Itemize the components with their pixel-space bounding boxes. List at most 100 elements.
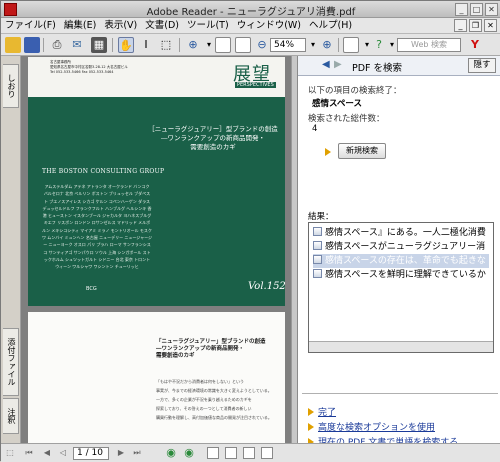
tab-attachments[interactable]: 添付ファイル [3, 328, 19, 396]
arrow-icon [308, 423, 314, 431]
result-item-selected[interactable]: 感情スペースの存在は、革命でも起きな [313, 254, 489, 268]
close-button[interactable]: ✕ [485, 3, 498, 16]
search-panel-header: ◀ ▶ PDF を検索 隠す [298, 56, 500, 76]
maximize-button[interactable]: □ [470, 3, 483, 16]
last-page-icon[interactable]: ⏭ [131, 447, 143, 459]
results-hscroll[interactable] [309, 341, 493, 352]
menu-document[interactable]: 文書(D) [141, 18, 183, 34]
first-page-icon[interactable]: ⏮ [23, 447, 35, 459]
zoom-in-tool-icon[interactable]: ⊕ [185, 37, 201, 53]
facing-icon[interactable] [243, 447, 255, 459]
yahoo-icon[interactable]: Y [467, 37, 483, 53]
result-count-label: 検索された総件数： [308, 114, 385, 124]
article-body: 「もはや不況だから消費者は何をしない」という 事実が、今までの経済環境の常識を大… [156, 377, 278, 422]
zoom-field[interactable]: 54% [270, 38, 306, 52]
forward-arrow-icon[interactable]: ▶ [334, 59, 342, 70]
hide-button[interactable]: 隠す [468, 58, 496, 73]
results-list[interactable]: 感情スペース』にある。一人二極化消費 感情スペースがニューラグジュアリー消 感情… [308, 222, 494, 353]
result-text: 感情スペースの存在は、革命でも起きな [325, 256, 486, 266]
toolbar-separator [179, 38, 180, 52]
office-list: アムステルダム アテネ アトランタ オークランド バンコク バルセロナ 北京 ベ… [42, 184, 152, 270]
app-window: Adobe Reader - ニューラグジュアリ消費.pdf _ □ ✕ ファイ… [0, 0, 500, 462]
email-icon[interactable]: ✉ [69, 37, 85, 53]
back-arrow-icon[interactable]: ◀ [322, 59, 330, 70]
menu-bar: ファイル(F) 編集(E) 表示(V) 文書(D) ツール(T) ウィンドウ(W) ヘルプ(… [1, 18, 500, 34]
arrow-icon [308, 408, 314, 416]
bcg-short: BCG [86, 286, 97, 292]
pdf-page-2: 「ニューラグジュアリー」型ブランドの創造 ―ワンランクアップの新商品開発・ 需要… [28, 312, 285, 443]
single-page-icon[interactable] [207, 447, 219, 459]
doc-close-button[interactable]: ✕ [484, 19, 497, 32]
body-line: 購買行動を理解し、高付加価値な商品の開発が注目されている。 [156, 415, 272, 420]
office-address: 名古屋事務所 愛知県名古屋市中村区名駅3-28-12 大名古屋ビル Tel 05… [50, 60, 170, 75]
next-view-icon[interactable]: ◉ [183, 447, 195, 459]
result-text: 感情スペースを鮮明に理解できているか [325, 270, 486, 280]
body-line: 探索しており、その答えの一つとして消費者の新しい [156, 406, 252, 411]
result-item[interactable]: 感情スペースを鮮明に理解できているか [313, 268, 489, 282]
article-title-line: 「ニューラグジュアリー」型ブランドの創造 [156, 339, 266, 345]
menu-view[interactable]: 表示(V) [100, 18, 141, 34]
menu-tools[interactable]: ツール(T) [183, 18, 233, 34]
window-title: Adobe Reader - ニューラグジュアリ消費.pdf [146, 7, 356, 18]
document-icon [313, 269, 322, 278]
next-page-icon[interactable]: ▶ [115, 447, 127, 459]
actual-size-icon[interactable] [215, 37, 231, 53]
title-bar[interactable]: Adobe Reader - ニューラグジュアリ消費.pdf _ □ ✕ [1, 1, 500, 18]
advanced-search-link[interactable]: 高度な検索オプションを使用 [308, 420, 435, 433]
body-line: 一方で、多くの企業が不況を乗り越えるためのカギを [156, 397, 252, 402]
result-text: 感情スペース』にある。一人二極化消費 [325, 228, 486, 238]
volume-number: Vol.152 [248, 281, 285, 292]
document-area[interactable]: 名古屋事務所 愛知県名古屋市中村区名駅3-28-12 大名古屋ビル Tel 05… [21, 56, 291, 443]
panel-divider [302, 393, 498, 394]
tab-bookmarks[interactable]: しおり [3, 64, 19, 108]
doc-restore-button[interactable]: ❐ [469, 19, 482, 32]
organizer-icon[interactable]: ▦ [91, 37, 107, 53]
headline-line: ［ニューラグジュアリー］型ブランドの創造 [148, 125, 278, 133]
menu-help[interactable]: ヘルプ(H) [305, 18, 356, 34]
previous-page-arrow-icon[interactable]: ◁ [57, 447, 69, 459]
minimize-button[interactable]: _ [455, 3, 468, 16]
cover-headline: ［ニューラグジュアリー］型ブランドの創造 ―ワンランクアップの新商品開発・ 需要… [146, 125, 280, 152]
navigation-tabs: しおり 添付ファイル 注釈 [1, 56, 21, 443]
status-bar: ⬚ ⏮ ◀ ◁ 1 / 10 ▶ ⏭ ◉ ◉ [1, 443, 500, 462]
result-item[interactable]: 感情スペース』にある。一人二極化消費 [313, 226, 489, 240]
document-icon [313, 227, 322, 236]
advanced-search-label: 高度な検索オプションを使用 [318, 423, 436, 433]
menu-edit[interactable]: 編集(E) [60, 18, 100, 34]
search-panel-title: PDF を検索 [352, 63, 403, 74]
open-icon[interactable] [5, 37, 21, 53]
result-item[interactable]: 感情スペースがニューラグジュアリー消 [313, 240, 489, 254]
menu-window[interactable]: ウィンドウ(W) [233, 18, 305, 34]
page-layout-icon[interactable] [343, 37, 359, 53]
result-text: 感情スペースがニューラグジュアリー消 [325, 242, 486, 252]
zoom-out-icon[interactable]: ⊖ [254, 37, 270, 53]
zoom-in-icon[interactable]: ⊕ [319, 37, 335, 53]
print-icon[interactable]: ⎙ [49, 37, 65, 53]
snapshot-icon[interactable]: ⬚ [158, 37, 174, 53]
previous-view-icon[interactable]: ◉ [165, 447, 177, 459]
menu-file[interactable]: ファイル(F) [1, 18, 60, 34]
article-title: 「ニューラグジュアリー」型ブランドの創造 ―ワンランクアップの新商品開発・ 需要… [156, 339, 276, 360]
page-number-field[interactable]: 1 / 10 [73, 447, 109, 460]
document-icon [313, 255, 322, 264]
previous-page-icon[interactable]: ◀ [41, 447, 53, 459]
journal-subtitle: PERSPECTIVES [235, 82, 276, 88]
web-search-input[interactable]: Web 検索 [397, 38, 461, 52]
results-label: 結果： [308, 212, 334, 222]
done-link[interactable]: 完了 [308, 405, 336, 418]
arrow-icon [325, 148, 331, 156]
body-line: 事実が、今までの経済環境の常識を大きく変えようとしている。 [156, 388, 272, 393]
new-search-button[interactable]: 新規検索 [338, 143, 386, 159]
select-tool-icon[interactable]: I [138, 37, 154, 53]
save-icon[interactable] [24, 37, 40, 53]
continuous-icon[interactable] [225, 447, 237, 459]
fit-page-icon[interactable] [235, 37, 251, 53]
address-line: Tel 052-533-5466 Fax 052-533-5464 [50, 70, 114, 74]
tab-comments[interactable]: 注釈 [3, 398, 19, 434]
body-line: 「もはや不況だから消費者は何をしない」という [156, 379, 244, 384]
doc-minimize-button[interactable]: _ [454, 19, 467, 32]
pdf-page-cover: 名古屋事務所 愛知県名古屋市中村区名駅3-28-12 大名古屋ビル Tel 05… [28, 57, 285, 306]
hand-tool-icon[interactable]: ✋ [118, 37, 134, 53]
continuous-facing-icon[interactable] [261, 447, 273, 459]
document-icon [313, 241, 322, 250]
